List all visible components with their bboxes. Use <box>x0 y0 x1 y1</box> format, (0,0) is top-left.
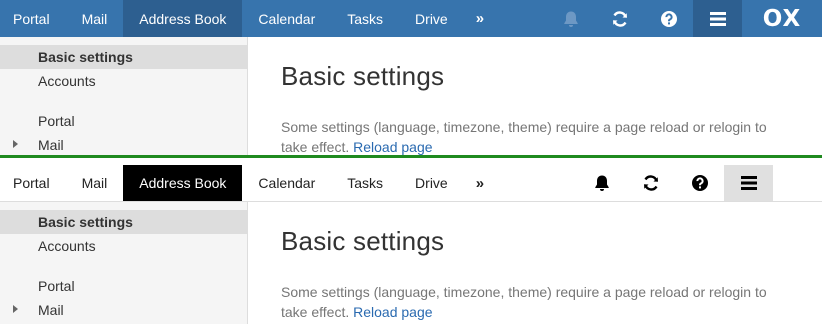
bell-icon <box>563 11 578 27</box>
screenshot-light-theme: Portal Mail Address Book Calendar Tasks … <box>0 165 822 324</box>
main-menu-button[interactable] <box>693 0 742 37</box>
reload-notice: Some settings (language, timezone, theme… <box>281 282 791 322</box>
sidebar-item-portal[interactable]: Portal <box>0 109 247 133</box>
sidebar-item-label: Basic settings <box>38 49 133 65</box>
tab-tasks[interactable]: Tasks <box>331 165 399 201</box>
sidebar-item-label: Basic settings <box>38 214 133 230</box>
settings-content: Basic settings Some settings (language, … <box>281 202 792 322</box>
app-launcher-tabs: Portal Mail Address Book Calendar Tasks … <box>0 165 496 201</box>
tab-portal[interactable]: Portal <box>0 165 66 201</box>
tab-drive[interactable]: Drive <box>399 165 464 201</box>
hamburger-menu-icon <box>709 11 726 26</box>
sidebar-item-label: Mail <box>38 302 64 318</box>
settings-content: Basic settings Some settings (language, … <box>281 37 792 155</box>
settings-sidebar: Basic settings Accounts Portal Mail <box>0 37 248 155</box>
sidebar-item-label: Accounts <box>38 73 96 89</box>
bell-icon <box>594 175 609 191</box>
expand-caret-icon[interactable] <box>13 140 18 148</box>
screenshot-separator <box>0 155 822 165</box>
help-button[interactable] <box>675 165 724 201</box>
page-title: Basic settings <box>281 226 445 256</box>
sidebar-item-basic-settings[interactable]: Basic settings <box>0 45 247 69</box>
tab-more[interactable]: » <box>464 165 496 201</box>
tab-calendar[interactable]: Calendar <box>242 0 331 37</box>
notifications-button[interactable] <box>577 165 626 201</box>
tab-address-book[interactable]: Address Book <box>123 0 243 37</box>
sidebar-item-accounts[interactable]: Accounts <box>0 69 247 93</box>
sidebar-item-portal[interactable]: Portal <box>0 274 247 298</box>
reload-notice: Some settings (language, timezone, theme… <box>281 117 791 155</box>
expand-caret-icon[interactable] <box>13 305 18 313</box>
logo-text: OX <box>762 5 802 32</box>
hamburger-menu-icon <box>740 176 757 190</box>
refresh-icon <box>643 175 658 191</box>
tab-mail[interactable]: Mail <box>66 0 124 37</box>
tab-more[interactable]: » <box>464 0 496 37</box>
tab-portal[interactable]: Portal <box>0 0 66 37</box>
app-launcher-tabs: Portal Mail Address Book Calendar Tasks … <box>0 0 496 37</box>
notifications-button[interactable] <box>546 0 595 37</box>
sidebar-item-label: Accounts <box>38 238 96 254</box>
sidebar-item-mail[interactable]: Mail <box>0 133 247 155</box>
sidebar-item-basic-settings[interactable]: Basic settings <box>0 210 247 234</box>
top-bar: Portal Mail Address Book Calendar Tasks … <box>0 165 822 202</box>
tab-calendar[interactable]: Calendar <box>242 165 331 201</box>
sidebar-item-label: Portal <box>38 278 75 294</box>
refresh-button[interactable] <box>626 165 675 201</box>
help-icon <box>691 175 708 191</box>
page-title: Basic settings <box>281 61 445 91</box>
sidebar-item-accounts[interactable]: Accounts <box>0 234 247 258</box>
main-menu-button[interactable] <box>724 165 773 201</box>
tab-drive[interactable]: Drive <box>399 0 464 37</box>
help-button[interactable] <box>644 0 693 37</box>
refresh-button[interactable] <box>595 0 644 37</box>
settings-sidebar: Basic settings Accounts Portal Mail <box>0 202 248 324</box>
help-icon <box>660 10 677 27</box>
screenshot-blue-theme: Portal Mail Address Book Calendar Tasks … <box>0 0 822 155</box>
tab-tasks[interactable]: Tasks <box>331 0 399 37</box>
reload-page-link[interactable]: Reload page <box>353 304 432 320</box>
ox-logo: OX <box>742 0 822 37</box>
top-bar: Portal Mail Address Book Calendar Tasks … <box>0 0 822 37</box>
tab-address-book[interactable]: Address Book <box>123 165 243 201</box>
sidebar-item-label: Portal <box>38 113 75 129</box>
reload-page-link[interactable]: Reload page <box>353 139 432 155</box>
sidebar-item-mail[interactable]: Mail <box>0 298 247 322</box>
refresh-icon <box>612 10 627 27</box>
sidebar-item-label: Mail <box>38 137 64 153</box>
tab-mail[interactable]: Mail <box>66 165 124 201</box>
